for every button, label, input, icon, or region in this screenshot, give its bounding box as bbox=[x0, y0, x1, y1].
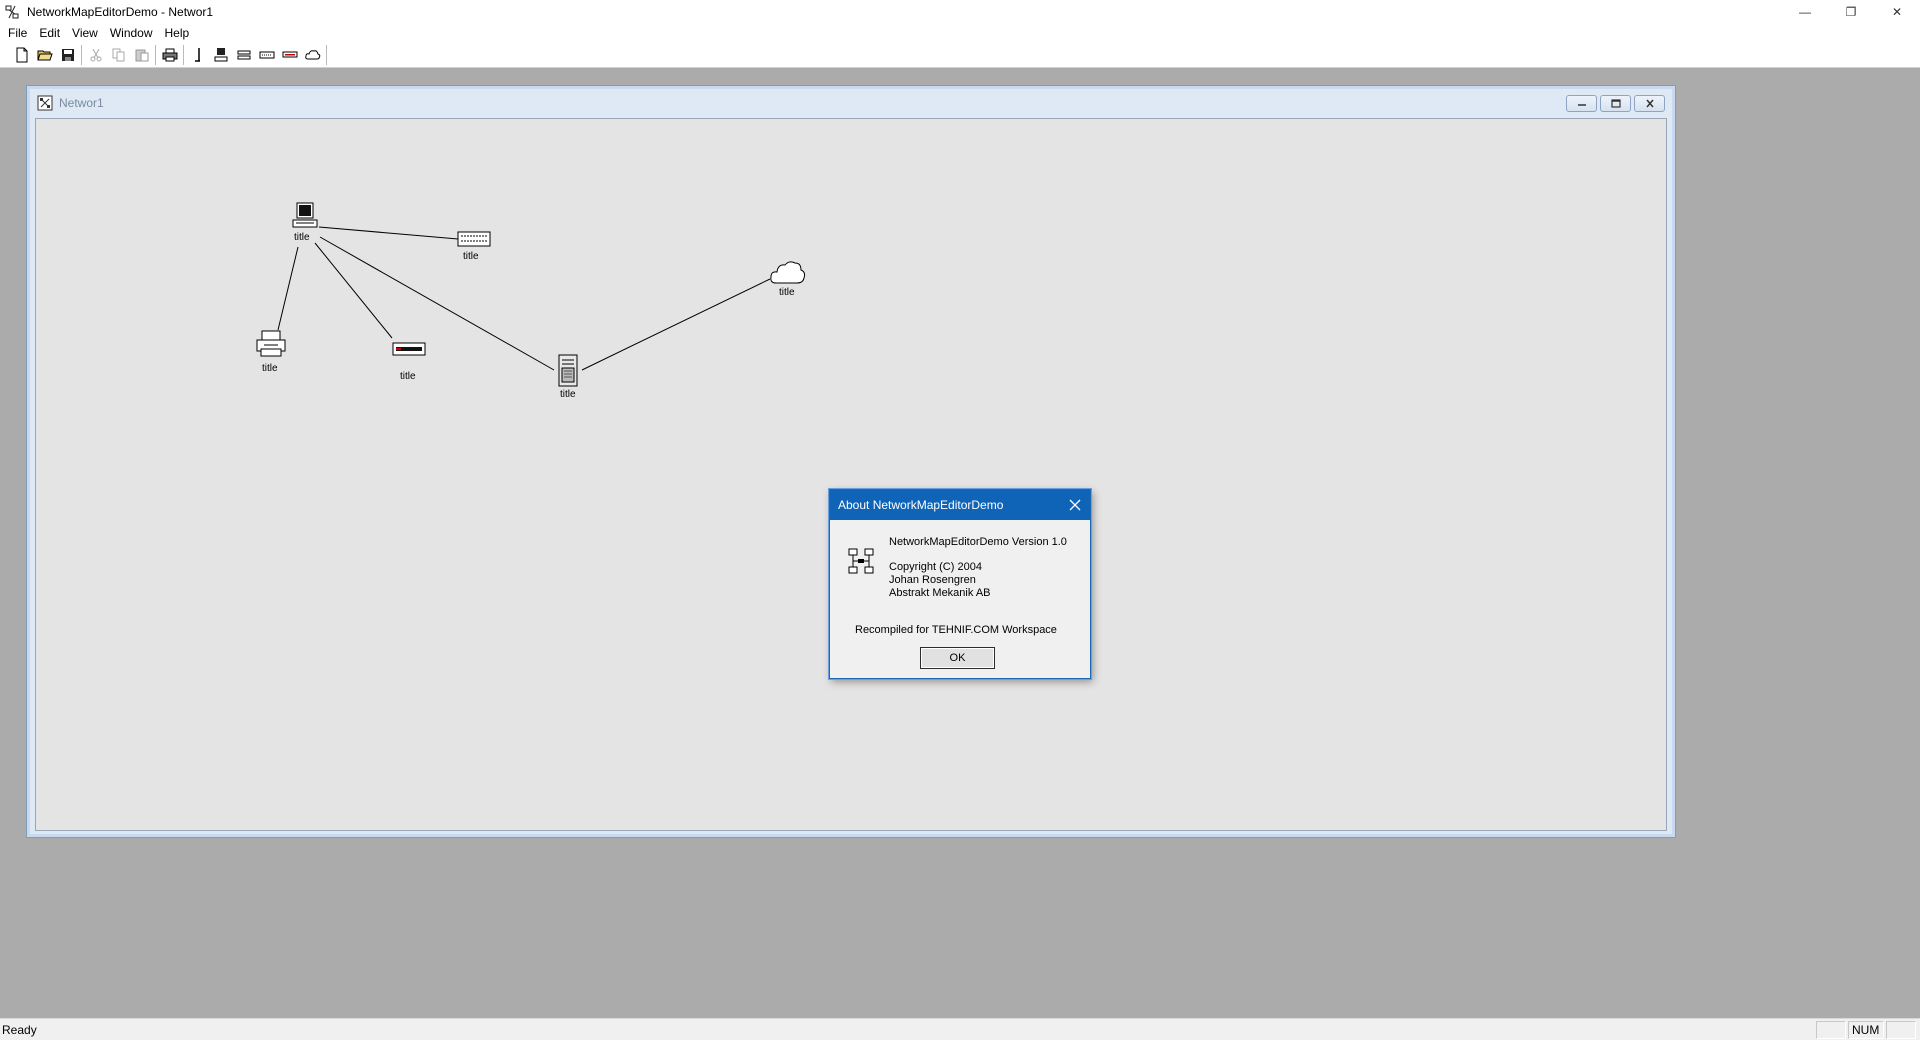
minimize-icon bbox=[1577, 103, 1586, 106]
open-folder-icon[interactable] bbox=[33, 44, 56, 66]
switch-tool-icon[interactable] bbox=[278, 44, 301, 66]
menu-file[interactable]: File bbox=[3, 23, 32, 43]
status-bar: Ready NUM bbox=[0, 1018, 1920, 1040]
save-icon[interactable] bbox=[56, 44, 79, 66]
hub-tool-icon[interactable] bbox=[255, 44, 278, 66]
computer-tool-icon[interactable] bbox=[209, 44, 232, 66]
link-tool-icon[interactable] bbox=[186, 44, 209, 66]
menu-help[interactable]: Help bbox=[160, 23, 195, 43]
child-close-button[interactable] bbox=[1634, 95, 1665, 112]
ok-button[interactable]: OK bbox=[920, 647, 995, 669]
about-dialog-title: About NetworkMapEditorDemo bbox=[838, 498, 1004, 512]
toolbar-separator bbox=[155, 45, 156, 65]
about-dialog-title-bar[interactable]: About NetworkMapEditorDemo bbox=[830, 490, 1090, 520]
computer-node-label: title bbox=[294, 232, 310, 243]
child-maximize-button[interactable] bbox=[1600, 95, 1631, 112]
hub-node-label: title bbox=[463, 251, 479, 262]
about-company-text: Abstrakt Mekanik AB bbox=[889, 587, 991, 599]
status-pane-scroll bbox=[1886, 1021, 1916, 1039]
computer-node-icon[interactable] bbox=[290, 202, 320, 230]
network-app-icon bbox=[848, 548, 874, 574]
about-author-text: Johan Rosengren bbox=[889, 574, 976, 586]
cloud-tool-icon[interactable] bbox=[301, 44, 324, 66]
toolbar bbox=[0, 43, 1920, 68]
cloud-node-icon[interactable] bbox=[769, 259, 807, 287]
close-icon bbox=[1645, 99, 1654, 108]
menu-edit[interactable]: Edit bbox=[34, 23, 65, 43]
server-node-label: title bbox=[560, 389, 576, 400]
hub-node-icon[interactable] bbox=[457, 230, 491, 248]
menu-view[interactable]: View bbox=[67, 23, 103, 43]
about-version-text: NetworkMapEditorDemo Version 1.0 bbox=[889, 536, 1067, 548]
link-server-cloud[interactable] bbox=[581, 278, 771, 371]
link-computer-server[interactable] bbox=[319, 236, 555, 371]
child-window-title: Networ1 bbox=[59, 96, 104, 110]
menu-window[interactable]: Window bbox=[105, 23, 158, 43]
status-text: Ready bbox=[2, 1022, 37, 1037]
network-map-app-icon[interactable] bbox=[4, 4, 20, 20]
network-document-icon bbox=[37, 95, 53, 111]
network-links bbox=[277, 226, 771, 371]
minimize-button[interactable]: — bbox=[1782, 0, 1828, 23]
about-copyright-text: Copyright (C) 2004 bbox=[889, 561, 982, 573]
menu-bar: File Edit View Window Help bbox=[0, 23, 1920, 43]
child-title-bar[interactable]: Networ1 bbox=[31, 90, 1671, 116]
close-icon bbox=[1069, 499, 1081, 511]
paste-icon[interactable] bbox=[130, 44, 153, 66]
new-file-icon[interactable] bbox=[10, 44, 33, 66]
status-pane-num: NUM bbox=[1848, 1021, 1884, 1039]
printer-node-label: title bbox=[262, 363, 278, 374]
close-button[interactable]: ✕ bbox=[1874, 0, 1920, 23]
router-tool-icon[interactable] bbox=[232, 44, 255, 66]
network-document-window[interactable]: Networ1 title title title title title ti… bbox=[26, 85, 1676, 838]
printer-node-icon[interactable] bbox=[255, 330, 287, 358]
status-pane-caps bbox=[1816, 1021, 1846, 1039]
network-map-canvas[interactable]: title title title title title title bbox=[35, 118, 1667, 831]
about-dialog[interactable]: About NetworkMapEditorDemo NetworkMapEdi… bbox=[829, 489, 1091, 679]
copy-icon[interactable] bbox=[107, 44, 130, 66]
window-title: NetworkMapEditorDemo - Networ1 bbox=[27, 4, 214, 19]
toolbar-separator bbox=[81, 45, 82, 65]
switch-node-label: title bbox=[400, 371, 416, 382]
toolbar-separator bbox=[326, 45, 327, 65]
app-title-bar: NetworkMapEditorDemo - Networ1 — ❐ ✕ bbox=[0, 0, 1920, 23]
cloud-node-label: title bbox=[779, 287, 795, 298]
switch-node-icon[interactable] bbox=[392, 341, 426, 357]
mdi-client-area: Networ1 title title title title title ti… bbox=[0, 68, 1920, 1018]
child-minimize-button[interactable] bbox=[1566, 95, 1597, 112]
restore-button[interactable]: ❐ bbox=[1828, 0, 1874, 23]
print-icon[interactable] bbox=[158, 44, 181, 66]
toolbar-separator bbox=[183, 45, 184, 65]
link-computer-switch[interactable] bbox=[314, 242, 393, 339]
about-dialog-close-button[interactable] bbox=[1060, 490, 1090, 520]
about-recompiled-text: Recompiled for TEHNIF.COM Workspace bbox=[855, 624, 1057, 636]
maximize-icon bbox=[1610, 99, 1621, 108]
link-computer-printer[interactable] bbox=[277, 246, 299, 331]
server-node-icon[interactable] bbox=[556, 354, 580, 388]
cut-icon[interactable] bbox=[84, 44, 107, 66]
link-computer-hub[interactable] bbox=[318, 226, 459, 240]
